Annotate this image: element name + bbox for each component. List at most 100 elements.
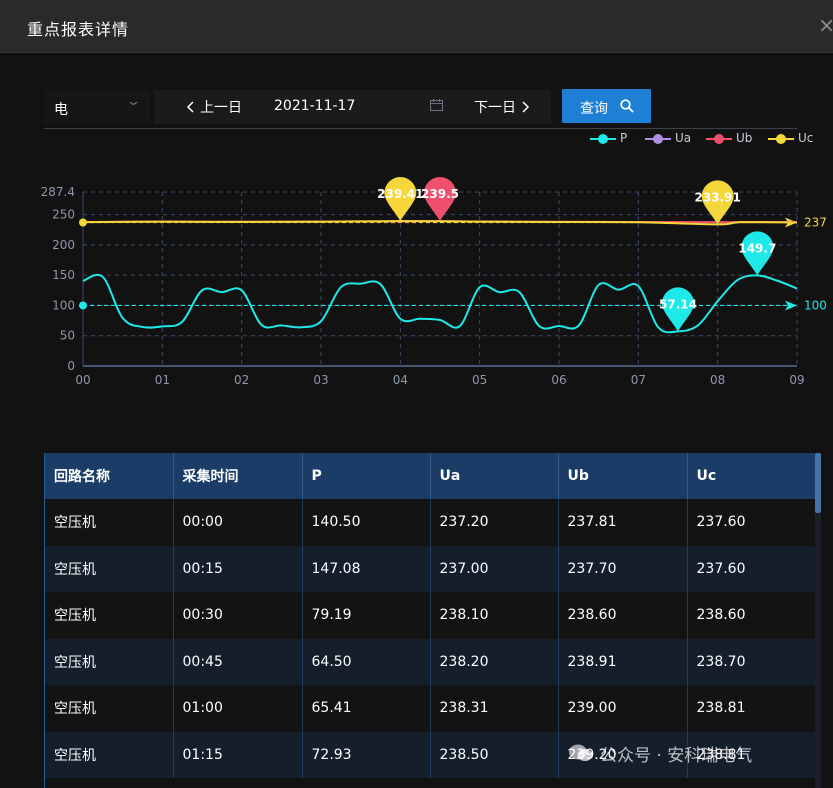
table-cell: 237.70 [558,545,688,592]
table-cell: 01:15 [173,731,303,778]
prev-day-label: 上一日 [200,100,242,116]
x-tick-label: 08 [710,373,725,387]
table-cell: 237.20 [430,499,559,546]
type-select[interactable]: 电 ⌄ [44,90,150,124]
table-cell: 空压机 [45,499,174,546]
table-cell: 64.50 [302,638,431,685]
markpoint-label-uc: 239.41 [377,187,423,201]
markpoint-label-p: 149.7 [738,241,776,255]
table-cell: 65.41 [302,685,431,732]
x-tick-label: 01 [155,373,170,387]
data-table-container: 回路名称 采集时间 P Ua Ub Uc 空压机 00:00 140.50 23… [44,453,816,788]
table-cell: 00:00 [173,499,303,546]
x-tick-label: 06 [551,373,566,387]
data-table: 回路名称 采集时间 P Ua Ub Uc 空压机 00:00 140.50 23… [45,453,816,778]
modal-header: 重点报表详情 × [0,0,833,53]
table-cell: 147.08 [302,545,431,592]
table-cell: 238.60 [558,592,688,639]
x-tick-label: 02 [234,373,249,387]
markline-label-p: 100 [804,298,827,312]
chevron-right-icon [522,101,530,113]
table-cell: 空压机 [45,731,174,778]
table-cell: 237.60 [687,545,816,592]
column-header[interactable]: Uc [687,453,816,499]
table-header-row: 回路名称 采集时间 P Ua Ub Uc [45,453,816,499]
table-cell: 238.70 [687,638,816,685]
legend-label-ub: Ub [736,131,753,145]
x-tick-label: 09 [789,373,804,387]
legend-item-ub[interactable]: Ub [706,131,752,147]
legend-item-p[interactable]: P [590,131,627,147]
toolbar: 电 ⌄ 上一日 2021-11-17 下一日 查询 [44,88,797,128]
query-label: 查询 [580,101,608,117]
date-navigator: 上一日 2021-11-17 下一日 [154,90,551,124]
table-cell: 00:15 [173,545,303,592]
date-input[interactable]: 2021-11-17 [274,98,355,114]
report-detail-modal: 重点报表详情 × 电 ⌄ 上一日 2021-11-17 下一日 查询 P Ua … [0,0,833,788]
markpoint-label-uc: 233.91 [695,190,741,204]
column-header[interactable]: P [302,453,431,499]
table-cell: 238.31 [430,685,559,732]
chevron-down-icon: ⌄ [125,94,142,109]
legend-marker-p [590,134,616,144]
table-row[interactable]: 空压机 00:30 79.19 238.10 238.60 238.60 [45,592,816,639]
legend-marker-uc [768,134,794,144]
y-tick-label: 50 [60,329,75,343]
table-cell: 00:45 [173,638,303,685]
watermark-text: 公众号 · 安科瑞电气 [600,746,753,766]
table-cell: 01:00 [173,685,303,732]
x-tick-label: 07 [631,373,646,387]
legend-label-p: P [620,131,628,145]
y-tick-label: 100 [52,298,75,312]
x-tick-label: 00 [75,373,90,387]
query-button[interactable]: 查询 [562,89,651,123]
next-day-button[interactable]: 下一日 [474,97,530,117]
prev-day-button[interactable]: 上一日 [186,97,242,117]
x-tick-label: 04 [393,373,408,387]
table-row[interactable]: 空压机 01:00 65.41 238.31 239.00 238.81 [45,685,816,732]
chevron-left-icon [186,101,194,113]
table-cell: 空压机 [45,592,174,639]
scrollbar-thumb[interactable] [815,453,821,513]
column-header[interactable]: 回路名称 [45,453,174,499]
table-cell: 72.93 [302,731,431,778]
table-cell: 空压机 [45,685,174,732]
search-icon [620,99,634,113]
table-cell: 79.19 [302,592,431,639]
table-cell: 238.60 [687,592,816,639]
close-icon[interactable]: × [818,13,833,37]
table-cell: 140.50 [302,499,431,546]
legend-label-ua: Ua [675,131,692,145]
legend-item-uc[interactable]: Uc [768,131,813,147]
table-row[interactable]: 空压机 00:00 140.50 237.20 237.81 237.60 [45,499,816,546]
markpoint-label-ub: 239.5 [421,187,459,201]
table-scrollbar[interactable] [815,453,821,788]
table-cell: 空压机 [45,638,174,685]
table-cell: 239.00 [558,685,688,732]
type-select-value: 电 [54,102,68,118]
legend-marker-ua [645,134,671,144]
legend-item-ua[interactable]: Ua [645,131,691,147]
column-header[interactable]: Ub [558,453,688,499]
table-row[interactable]: 空压机 00:15 147.08 237.00 237.70 237.60 [45,545,816,592]
table-row[interactable]: 空压机 00:45 64.50 238.20 238.91 238.70 [45,638,816,685]
markline-label-uc: 237 [804,216,827,230]
legend-marker-ub [706,134,732,144]
next-day-label: 下一日 [474,100,516,116]
calendar-icon[interactable] [430,99,443,111]
y-tick-label: 250 [52,208,75,222]
table-cell: 00:30 [173,592,303,639]
table-cell: 空压机 [45,545,174,592]
column-header[interactable]: 采集时间 [173,453,303,499]
table-cell: 238.91 [558,638,688,685]
wechat-icon [569,744,593,761]
modal-title: 重点报表详情 [27,20,130,39]
y-tick-label: 287.4 [41,185,75,199]
line-chart: 00 01 02 03 04 05 06 07 08 09 0 50 100 150 200 250 287.4… [41,177,827,387]
y-tick-label: 0 [67,359,75,373]
table-cell: 237.00 [430,545,559,592]
column-header[interactable]: Ua [430,453,559,499]
table-cell: 238.81 [687,685,816,732]
x-tick-label: 05 [472,373,487,387]
y-tick-label: 150 [52,268,75,282]
